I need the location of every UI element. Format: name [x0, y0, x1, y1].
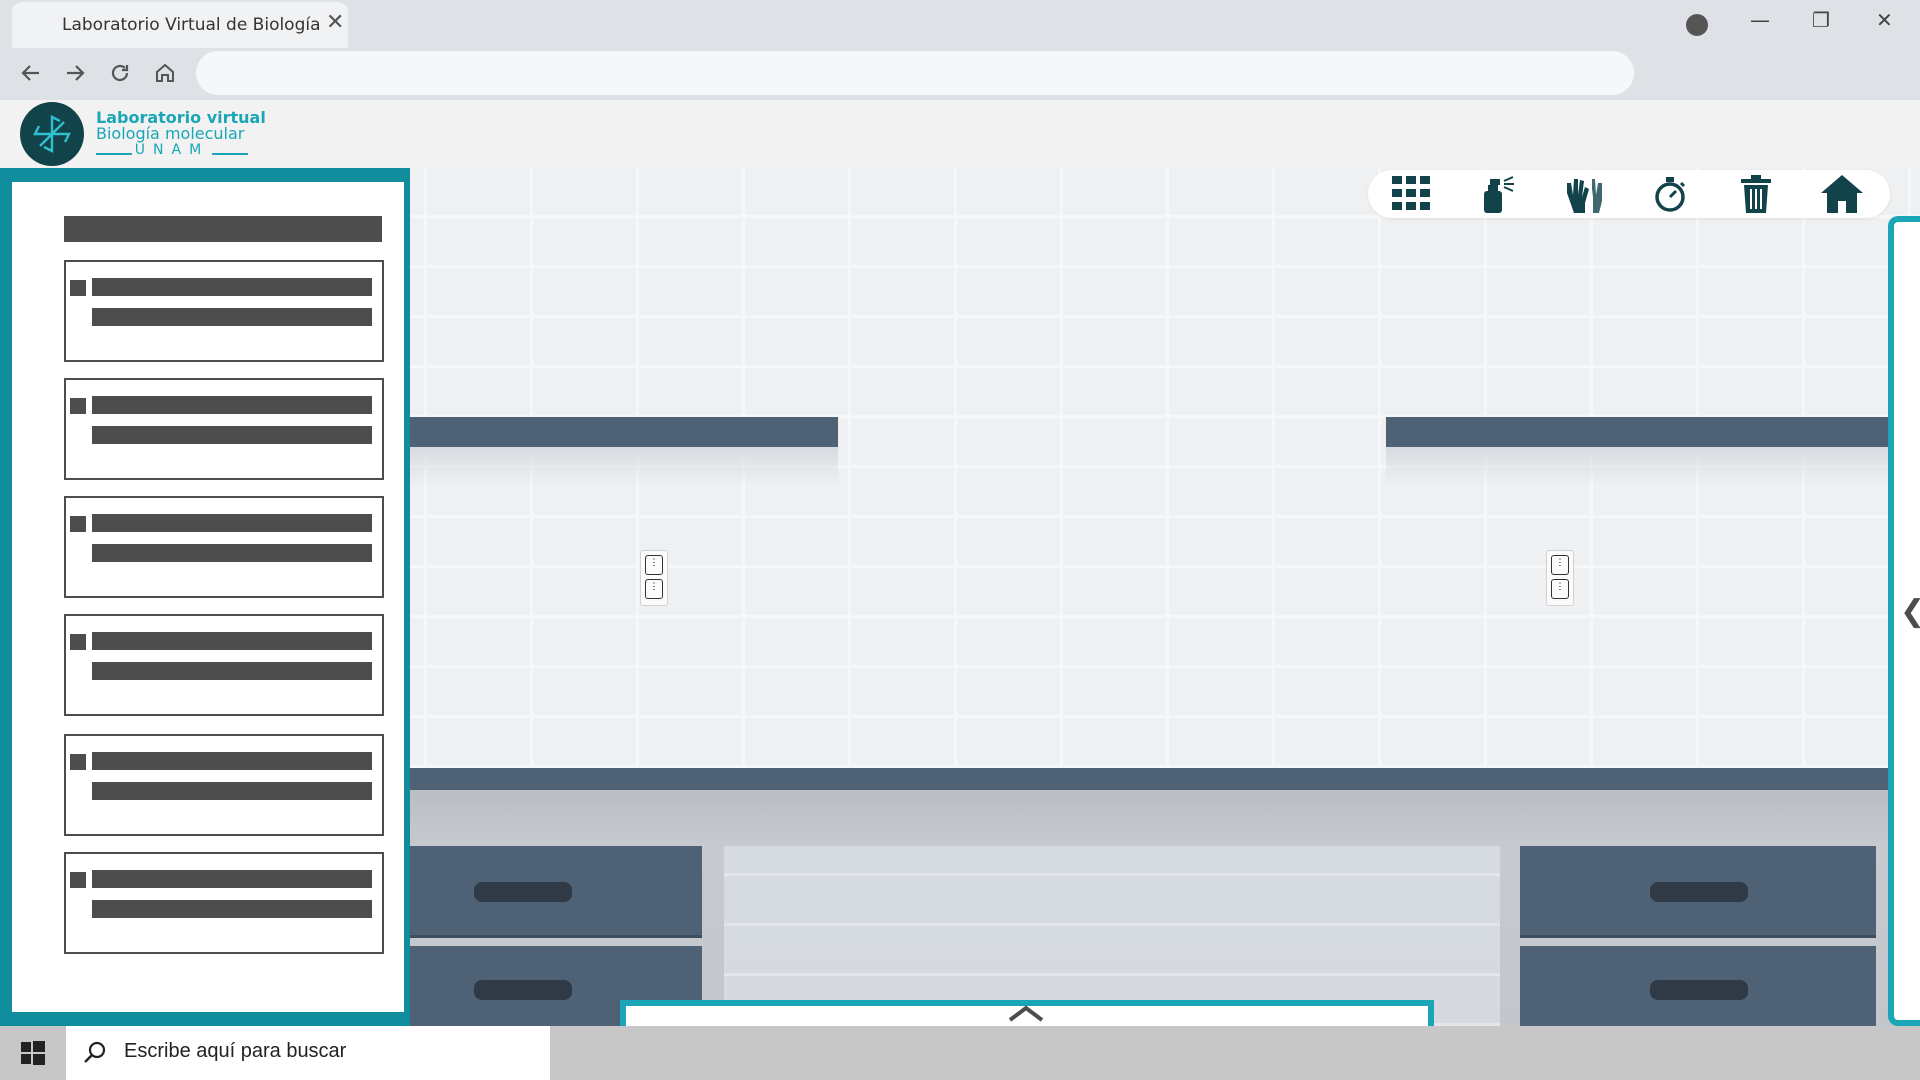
procedure-step[interactable]	[64, 614, 384, 716]
step-bullet	[70, 634, 86, 650]
right-side-panel[interactable]: ❮	[1888, 216, 1920, 1026]
restore-icon[interactable]: ❐	[1812, 8, 1830, 32]
profile-icon[interactable]	[1686, 14, 1708, 36]
search-placeholder: Escribe aquí para buscar	[124, 1040, 347, 1062]
spray-bottle-icon[interactable]	[1476, 174, 1520, 214]
step-text-placeholder	[92, 662, 372, 680]
drawer-right-top[interactable]	[1520, 846, 1876, 938]
chevron-up-icon[interactable]	[1006, 1004, 1046, 1024]
os-taskbar: Escribe aquí para buscar	[0, 1026, 1920, 1080]
procedure-step[interactable]	[64, 378, 384, 480]
reload-icon[interactable]	[103, 56, 137, 90]
procedure-panel	[0, 168, 410, 1026]
search-icon	[84, 1041, 106, 1063]
shelf-shadow-left	[410, 446, 838, 486]
trash-icon[interactable]	[1734, 174, 1778, 214]
drawer-handle	[1650, 980, 1748, 1000]
taskbar-search[interactable]: Escribe aquí para buscar	[66, 1026, 550, 1080]
drawer-handle	[474, 980, 572, 1000]
app-header: Laboratorio virtual Biología molecular U…	[0, 100, 1920, 168]
procedure-step[interactable]	[64, 260, 384, 362]
procedure-step[interactable]	[64, 496, 384, 598]
step-bullet	[70, 398, 86, 414]
step-text-placeholder	[92, 782, 372, 800]
browser-tabbar: Laboratorio Virtual de Biología ✕ — ❐ ✕	[0, 0, 1920, 48]
logo-icon	[20, 102, 84, 166]
shelf-shadow-right	[1386, 446, 1890, 486]
step-text-placeholder	[92, 752, 372, 770]
browser-navbar	[0, 48, 1920, 100]
step-text-placeholder	[92, 278, 372, 296]
browser-tab[interactable]: Laboratorio Virtual de Biología ✕	[12, 2, 348, 48]
step-text-placeholder	[92, 514, 372, 532]
drawer-handle	[1650, 882, 1748, 902]
step-bullet	[70, 872, 86, 888]
close-window-icon[interactable]: ✕	[1876, 8, 1893, 32]
logo-institution: UNAM	[134, 142, 210, 158]
step-text-placeholder	[92, 396, 372, 414]
step-bullet	[70, 516, 86, 532]
power-outlet-left: ⵗⵗ	[640, 550, 668, 606]
step-text-placeholder	[92, 870, 372, 888]
drawer-left-top[interactable]	[410, 846, 702, 938]
procedure-step[interactable]	[64, 852, 384, 954]
windows-start-icon[interactable]	[0, 1026, 66, 1080]
lab-toolbar	[1368, 170, 1890, 218]
tab-close-icon[interactable]: ✕	[326, 12, 344, 34]
step-text-placeholder	[92, 426, 372, 444]
step-text-placeholder	[92, 900, 372, 918]
minimize-icon[interactable]: —	[1750, 8, 1770, 32]
forward-icon[interactable]	[58, 56, 92, 90]
step-text-placeholder	[92, 544, 372, 562]
grid-menu-icon[interactable]	[1390, 174, 1434, 214]
shelf-right	[1386, 417, 1890, 447]
step-text-placeholder	[92, 308, 372, 326]
chevron-left-icon[interactable]: ❮	[1900, 594, 1920, 629]
back-icon[interactable]	[14, 56, 48, 90]
home-icon[interactable]	[1820, 174, 1864, 214]
shelf-left	[410, 417, 838, 447]
logo-rule-right	[212, 153, 248, 155]
stopwatch-icon[interactable]	[1648, 174, 1692, 214]
gloves-icon[interactable]	[1562, 174, 1606, 214]
logo-subtitle: Biología molecular	[96, 124, 245, 143]
home-browser-icon[interactable]	[148, 56, 182, 90]
glass-cabinet[interactable]	[724, 846, 1500, 1026]
step-bullet	[70, 280, 86, 296]
drawer-right-bottom[interactable]	[1520, 946, 1876, 1026]
address-bar[interactable]	[196, 51, 1634, 95]
power-outlet-right: ⵗⵗ	[1546, 550, 1574, 606]
procedure-step[interactable]	[64, 734, 384, 836]
drawer-handle	[474, 882, 572, 902]
procedure-panel-inner	[12, 182, 404, 1012]
tab-title: Laboratorio Virtual de Biología	[62, 15, 321, 35]
step-bullet	[70, 754, 86, 770]
step-text-placeholder	[92, 632, 372, 650]
procedure-title-placeholder	[64, 216, 382, 242]
